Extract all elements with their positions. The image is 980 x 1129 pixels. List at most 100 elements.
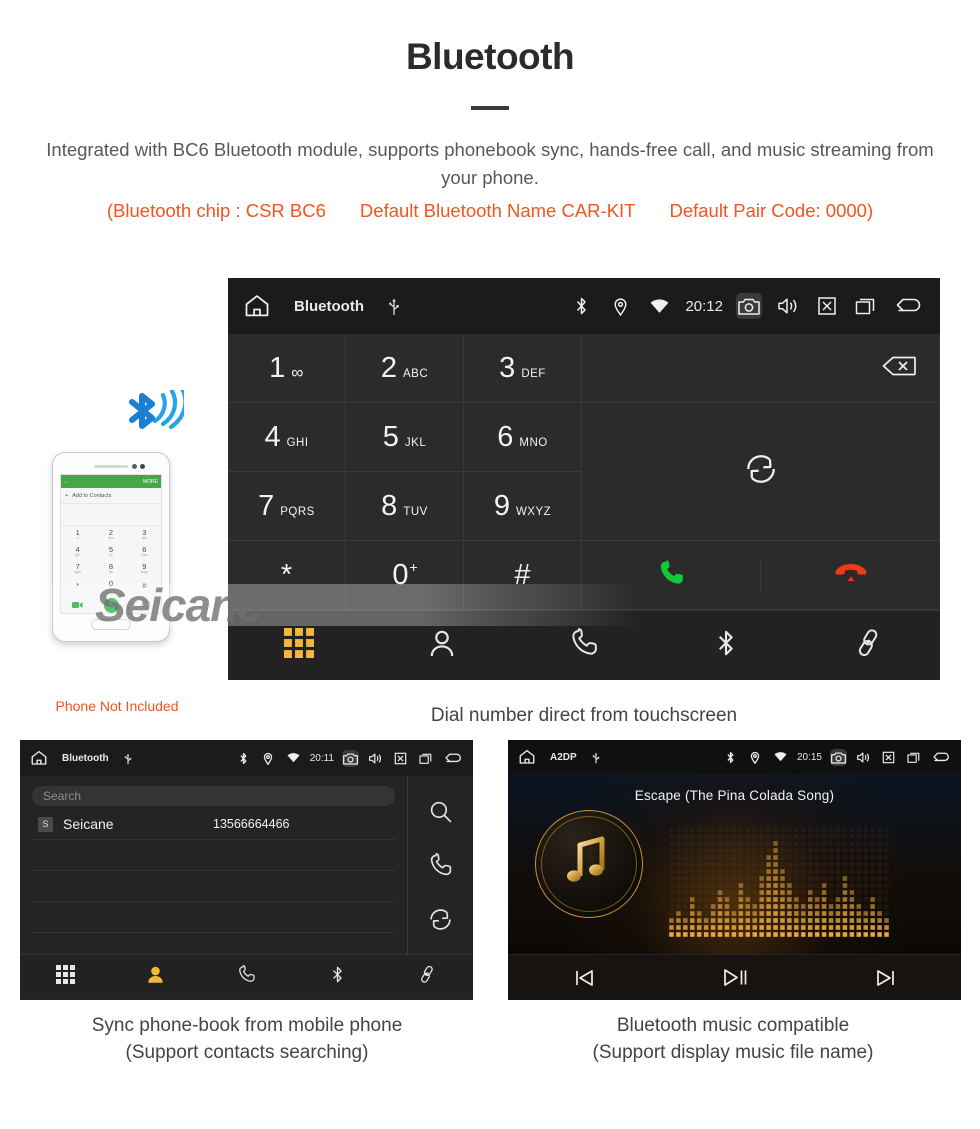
dialer-clock: 20:12	[685, 297, 723, 315]
nav-item-keypad[interactable]	[228, 628, 370, 663]
phone-screen: ← MORE + Add to Contacts 1 ∞ 2 abc 3 def 4 ghi 5…	[60, 474, 162, 614]
phone-key: 3 def	[128, 526, 161, 543]
home-icon[interactable]	[242, 291, 272, 321]
back-icon[interactable]	[892, 293, 926, 319]
close-box-icon[interactable]	[392, 750, 409, 767]
phone-not-included-note: Phone Not Included	[55, 698, 179, 714]
phone-key: 9 wxyz	[128, 560, 161, 577]
dial-key-8[interactable]: 8 TUV	[346, 472, 464, 541]
phone-add-contact-label: Add to Contacts	[72, 492, 112, 499]
dial-key-hash[interactable]: #	[464, 541, 582, 610]
dial-key-3[interactable]: 3 DEF	[464, 334, 582, 403]
camera-icon[interactable]	[342, 749, 359, 767]
backspace-button[interactable]	[582, 334, 940, 403]
phone-key-sub: ∞	[76, 536, 79, 541]
next-track-icon[interactable]	[810, 967, 961, 989]
phone-add-contact-row: + Add to Contacts	[61, 488, 161, 504]
nav-item-call-log[interactable]	[201, 964, 292, 989]
music-caption-line1: Bluetooth music compatible	[616, 1015, 850, 1036]
phonebook-title: Bluetooth	[62, 752, 109, 764]
hangup-button[interactable]	[761, 560, 940, 591]
phonebook-status-bar: Bluetooth 20:11	[20, 740, 473, 776]
recents-icon[interactable]	[417, 750, 434, 767]
dial-key-5[interactable]: 5 JKL	[346, 403, 464, 472]
phone-number-field	[61, 504, 161, 526]
phone-key: 8 tuv	[94, 560, 127, 577]
volume-icon[interactable]	[775, 293, 801, 319]
dialer-title: Bluetooth	[294, 297, 364, 315]
nav-item-contacts[interactable]	[111, 965, 202, 989]
phone-key: 0 +	[94, 577, 127, 594]
phone-key: 6 mno	[128, 543, 161, 560]
nav-item-call-log[interactable]	[513, 628, 655, 663]
dial-key-7[interactable]: 7 PQRS	[228, 472, 346, 541]
hangup-icon	[834, 560, 868, 591]
phone-key-sub: pqrs	[74, 570, 81, 575]
dial-key-9[interactable]: 9 WXYZ	[464, 472, 582, 541]
album-art	[535, 810, 643, 918]
search-icon[interactable]	[428, 799, 453, 824]
phonebook-caption-line1: Sync phone-book from mobile phone	[91, 1015, 403, 1036]
dial-key-1[interactable]: 1 ∞	[228, 334, 346, 403]
volume-icon[interactable]	[367, 750, 384, 767]
call-button[interactable]	[582, 558, 761, 592]
nav-item-keypad[interactable]	[20, 964, 111, 989]
dial-key-star[interactable]: *	[228, 541, 346, 610]
dial-key-letters: ABC	[402, 368, 429, 380]
back-icon[interactable]	[442, 750, 464, 767]
phonebook-list: Search S Seicane 13566664466	[20, 776, 407, 954]
bluetooth-icon	[722, 749, 739, 766]
sync-icon[interactable]	[428, 907, 453, 932]
close-box-icon[interactable]	[880, 749, 897, 766]
volume-icon[interactable]	[855, 749, 872, 766]
phonebook-bottom-nav	[20, 954, 473, 998]
handset-icon[interactable]	[428, 852, 453, 878]
phone-key: *	[61, 577, 94, 594]
home-icon[interactable]	[517, 748, 536, 767]
recents-icon[interactable]	[853, 293, 879, 319]
spec-note-name: Default Bluetooth Name CAR-KIT	[359, 200, 636, 221]
keypad-grid-icon	[55, 964, 75, 989]
nav-item-pair-link[interactable]	[382, 965, 473, 989]
wifi-icon	[285, 750, 302, 767]
close-box-icon[interactable]	[814, 293, 840, 319]
phone-key-digit: 1	[75, 527, 80, 537]
nav-item-bluetooth[interactable]	[655, 628, 797, 663]
phone-key-digit: 5	[108, 544, 114, 554]
dial-key-digit: *	[280, 558, 293, 591]
dial-key-2[interactable]: 2 ABC	[346, 334, 464, 403]
transfer-audio-button[interactable]	[582, 403, 940, 541]
contact-row-empty	[32, 871, 395, 902]
home-icon[interactable]	[29, 749, 48, 768]
bluetooth-icon	[568, 293, 594, 319]
recents-icon[interactable]	[905, 749, 922, 766]
bluetooth-icon	[328, 965, 347, 989]
contact-row[interactable]: S Seicane 13566664466	[32, 809, 395, 840]
search-input[interactable]: Search	[32, 786, 395, 806]
dialer-status-bar: Bluetooth 20:12	[228, 278, 940, 334]
handset-icon	[569, 628, 599, 663]
phone-key: 1 ∞	[61, 526, 94, 543]
camera-icon[interactable]	[736, 293, 762, 319]
wifi-icon	[772, 749, 789, 766]
back-icon[interactable]	[930, 749, 952, 766]
dial-key-4[interactable]: 4 GHI	[228, 403, 346, 472]
dial-key-6[interactable]: 6 MNO	[464, 403, 582, 472]
play-pause-icon[interactable]	[659, 966, 810, 990]
phone-key-digit: #	[142, 580, 147, 590]
dial-key-letters: MNO	[519, 437, 548, 449]
phone-back-icon: ←	[64, 478, 69, 485]
dial-key-letters: GHI	[286, 437, 309, 449]
nav-item-pair-link[interactable]	[798, 628, 940, 663]
dial-key-letters: PQRS	[280, 506, 315, 518]
person-icon	[427, 628, 457, 663]
phone-backspace-icon	[141, 596, 150, 613]
dial-key-0[interactable]: 0 +	[346, 541, 464, 610]
music-title: A2DP	[550, 751, 577, 763]
nav-item-contacts[interactable]	[370, 628, 512, 663]
nav-item-bluetooth[interactable]	[292, 965, 383, 989]
phone-key-sub: ghi	[75, 553, 80, 558]
previous-track-icon[interactable]	[508, 967, 659, 989]
dialer-keypad-area: 1 ∞ 2 ABC 3 DEF 4 GHI 5 JKL 6 MNO 7 PQRS 8 TUV 9 WXYZ * 0…	[228, 334, 940, 610]
camera-icon[interactable]	[830, 748, 847, 766]
